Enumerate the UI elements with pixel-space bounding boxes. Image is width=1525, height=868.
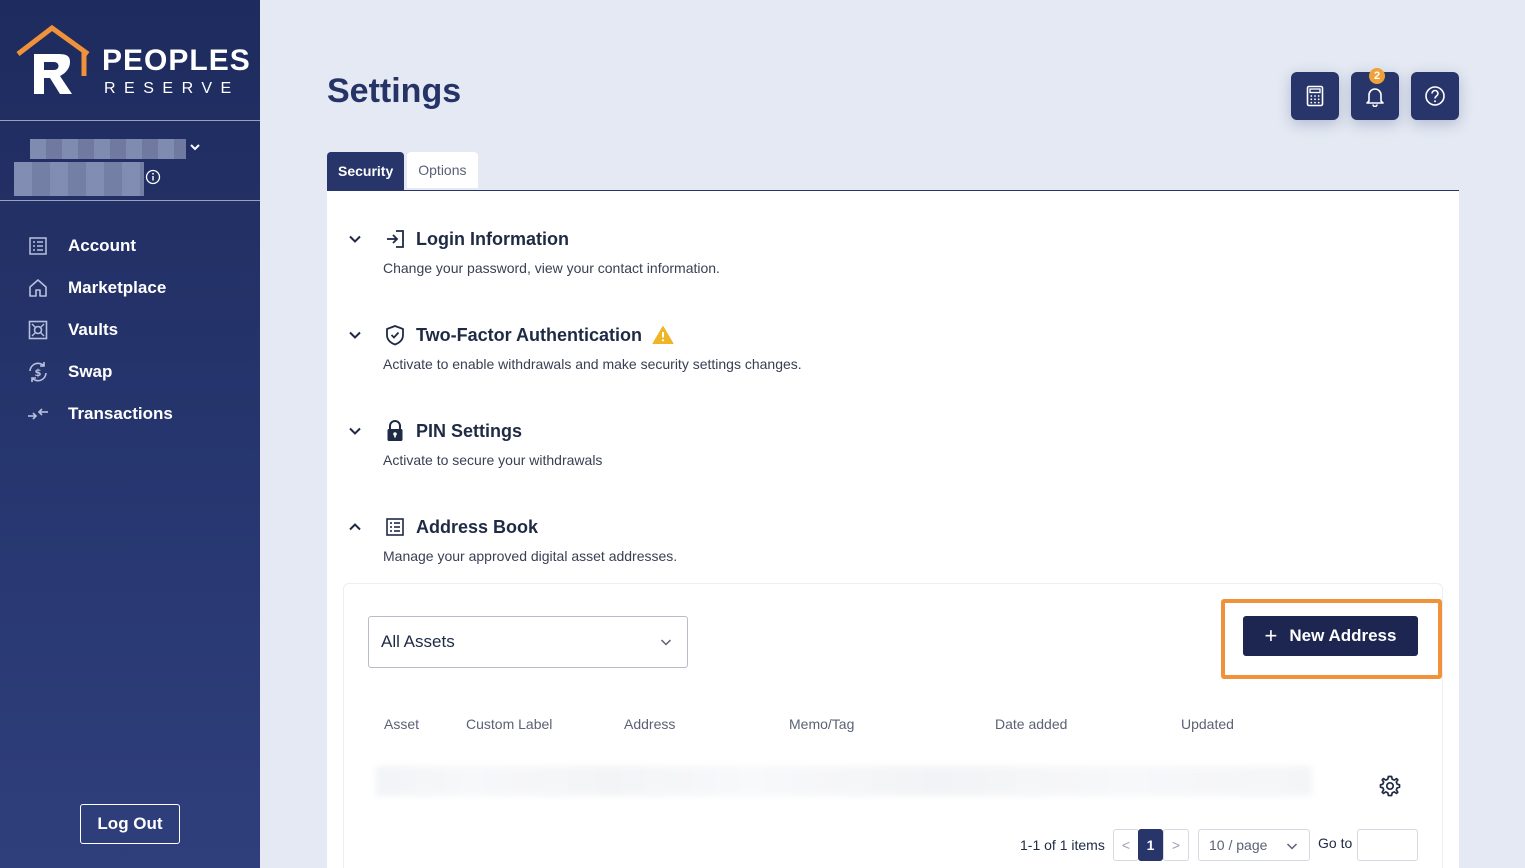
chevron-down-icon[interactable] [188, 140, 202, 154]
chevron-down-icon [1286, 843, 1298, 850]
sidebar-item-swap[interactable]: $ Swap [0, 351, 260, 393]
home-icon [26, 276, 50, 300]
page-size-value: 10 / page [1209, 837, 1268, 853]
account-id-redacted [14, 162, 144, 196]
ledger-icon [26, 234, 50, 258]
pagination-page-1[interactable]: 1 [1138, 829, 1163, 861]
section-header[interactable]: Login Information [347, 225, 1347, 253]
section-header[interactable]: Two-Factor Authentication [347, 321, 1347, 349]
section-header[interactable]: Address Book [347, 513, 1347, 541]
sidebar: PEOPLES RESERVE Account Marketplace Vaul… [0, 0, 260, 868]
tab-security[interactable]: Security [327, 152, 405, 190]
chevron-down-icon[interactable] [347, 231, 363, 247]
sidebar-nav: Account Marketplace Vaults $ Swap Transa… [0, 225, 260, 435]
section-description: Activate to secure your withdrawals [383, 452, 603, 468]
sidebar-item-label: Account [68, 236, 136, 255]
sidebar-divider [0, 120, 260, 121]
column-header-updated: Updated [1181, 716, 1234, 732]
address-list-icon [383, 515, 407, 539]
sidebar-divider [0, 200, 260, 201]
house-r-logo-icon [16, 24, 90, 94]
tab-options[interactable]: Options [407, 152, 478, 188]
notification-count-badge: 2 [1369, 68, 1385, 84]
column-header-memo-tag: Memo/Tag [789, 716, 855, 732]
section-description: Change your password, view your contact … [383, 260, 720, 276]
transfer-arrows-icon [26, 402, 50, 426]
column-header-asset: Asset [384, 716, 420, 732]
new-address-label: New Address [1289, 626, 1397, 645]
chevron-down-icon[interactable] [347, 327, 363, 343]
asset-filter-select[interactable]: All Assets [368, 616, 688, 668]
asset-filter-value: All Assets [381, 632, 455, 651]
logo-text-reserve: RESERVE [104, 80, 240, 97]
new-address-button[interactable]: + New Address [1243, 616, 1418, 656]
peoples-reserve-logo[interactable]: PEOPLES RESERVE [14, 24, 250, 100]
help-button[interactable] [1411, 72, 1459, 120]
section-title: PIN Settings [416, 420, 523, 441]
table-row-redacted [376, 766, 1312, 796]
page-size-select[interactable]: 10 / page [1198, 829, 1310, 861]
logo-text-peoples: PEOPLES [102, 44, 251, 77]
plus-icon: + [1264, 623, 1278, 648]
section-address-book: Address Book Manage your approved digita… [347, 513, 1347, 564]
page-title: Settings [327, 72, 462, 110]
section-title: Two-Factor Authentication [416, 324, 642, 345]
section-description: Manage your approved digital asset addre… [383, 548, 678, 564]
pagination-prev-button[interactable]: < [1113, 829, 1139, 861]
info-icon[interactable] [145, 169, 161, 185]
address-book-card: All Assets + New Address Asset Custom La… [343, 583, 1443, 868]
section-description: Activate to enable withdrawals and make … [383, 356, 802, 372]
notifications-button[interactable]: 2 [1351, 68, 1399, 120]
column-header-address: Address [624, 716, 676, 732]
pagination-summary: 1-1 of 1 items [1020, 837, 1105, 853]
chevron-down-icon[interactable] [347, 423, 363, 439]
section-header[interactable]: PIN Settings [347, 417, 1347, 445]
account-name-redacted [30, 139, 186, 159]
sidebar-item-vaults[interactable]: Vaults [0, 309, 260, 351]
vault-icon [26, 318, 50, 342]
pagination-next-button[interactable]: > [1163, 829, 1189, 861]
security-panel: Login Information Change your password, … [327, 191, 1459, 868]
section-pin-settings: PIN Settings Activate to secure your wit… [347, 417, 1347, 468]
section-title: Login Information [416, 228, 569, 249]
help-icon [1425, 86, 1445, 106]
chevron-down-icon [660, 639, 672, 646]
bell-icon [1366, 88, 1384, 107]
column-header-custom-label: Custom Label [466, 716, 553, 732]
section-two-factor-authentication: Two-Factor Authentication Activate to en… [347, 321, 1347, 372]
logout-button[interactable]: Log Out [80, 804, 180, 844]
sidebar-item-account[interactable]: Account [0, 225, 260, 267]
sidebar-item-label: Swap [68, 362, 113, 381]
warning-icon [652, 326, 674, 344]
goto-label: Go to [1318, 835, 1353, 851]
section-title: Address Book [416, 516, 539, 537]
goto-page-input[interactable] [1357, 829, 1418, 861]
lock-icon [383, 419, 407, 443]
sidebar-item-label: Transactions [68, 404, 173, 423]
column-header-date-added: Date added [995, 716, 1068, 732]
calculator-button[interactable] [1291, 72, 1339, 120]
shield-check-icon [383, 323, 407, 347]
section-login-information: Login Information Change your password, … [347, 225, 1347, 276]
swap-dollar-icon: $ [26, 360, 50, 384]
gear-icon[interactable] [1378, 774, 1402, 798]
calculator-icon [1306, 85, 1324, 107]
chevron-up-icon[interactable] [347, 519, 363, 535]
svg-text:$: $ [35, 368, 42, 379]
sidebar-item-label: Marketplace [68, 278, 167, 297]
sidebar-item-label: Vaults [68, 320, 119, 339]
settings-tabs: Security Options [327, 152, 478, 190]
sidebar-item-transactions[interactable]: Transactions [0, 393, 260, 435]
sidebar-item-marketplace[interactable]: Marketplace [0, 267, 260, 309]
login-icon [383, 227, 407, 251]
